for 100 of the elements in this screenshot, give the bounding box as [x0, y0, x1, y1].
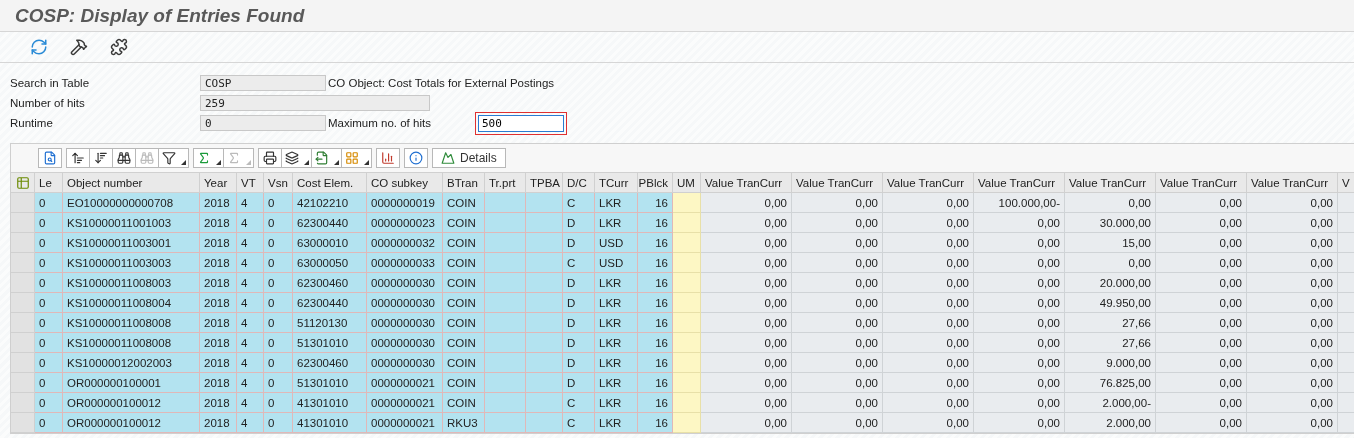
views-button[interactable]	[281, 148, 312, 168]
column-header[interactable]: Value TranCurr	[1065, 173, 1156, 193]
table-cell: 4	[237, 353, 264, 373]
table-cell: 0	[264, 413, 293, 433]
puzzle-icon[interactable]	[110, 38, 128, 56]
max-hits-field[interactable]: 500	[478, 114, 564, 132]
table-cell: 0000000032	[367, 233, 443, 253]
table-cell: 4	[237, 273, 264, 293]
find-button[interactable]	[112, 148, 136, 168]
filter-button[interactable]	[158, 148, 189, 168]
column-header[interactable]: V	[1338, 173, 1354, 193]
table-cell: 0,00	[701, 233, 792, 253]
table-cell: 0000000030	[367, 353, 443, 373]
table-cell: 4	[237, 373, 264, 393]
column-header[interactable]: Le	[35, 173, 63, 193]
column-header[interactable]: PBlck	[638, 173, 673, 193]
table-cell: 0000000033	[367, 253, 443, 273]
table-cell: 0,00	[974, 353, 1065, 373]
export-button[interactable]	[311, 148, 342, 168]
column-header[interactable]: Value TranCurr	[883, 173, 974, 193]
field-label: Search in Table	[10, 77, 91, 89]
hammer-icon[interactable]	[70, 38, 88, 56]
column-header[interactable]: Tr.prt	[485, 173, 526, 193]
table-cell: 0000000021	[367, 373, 443, 393]
column-header[interactable]: Value TranCurr	[701, 173, 792, 193]
table-cell	[673, 333, 701, 353]
table-cell: KS10000011008003	[63, 273, 200, 293]
details-button[interactable]: Details	[432, 148, 506, 168]
table-cell: 0,00	[1247, 413, 1338, 433]
table-cell: 62300460	[293, 273, 367, 293]
table-cell: 0,00	[1247, 313, 1338, 333]
table-cell: 0000000023	[367, 213, 443, 233]
table-cell: 63000050	[293, 253, 367, 273]
table-cell	[485, 393, 526, 413]
column-header[interactable]: Value TranCurr	[1247, 173, 1338, 193]
column-header[interactable]: Value TranCurr	[1156, 173, 1247, 193]
column-header[interactable]: TCurr	[595, 173, 638, 193]
info-button[interactable]	[404, 148, 428, 168]
table-cell: 41301010	[293, 413, 367, 433]
column-header[interactable]: Value TranCurr	[974, 173, 1065, 193]
table-cell: USD	[595, 233, 638, 253]
table-cell	[485, 293, 526, 313]
sort-descending-button[interactable]	[89, 148, 113, 168]
table-cell	[485, 253, 526, 273]
table-cell: 4	[237, 233, 264, 253]
column-header[interactable]: D/C	[563, 173, 595, 193]
table-cell: C	[563, 193, 595, 213]
table-cell: 0,00	[1247, 373, 1338, 393]
table-cell: 4	[237, 213, 264, 233]
column-header[interactable]: Object number	[63, 173, 200, 193]
layout-button[interactable]	[341, 148, 372, 168]
print-button[interactable]	[258, 148, 282, 168]
caret-icon	[364, 160, 369, 165]
table-cell: 0,00	[1247, 353, 1338, 373]
sum-button[interactable]	[193, 148, 224, 168]
table-cell: 16	[638, 373, 673, 393]
column-header[interactable]: UM	[673, 173, 701, 193]
layout-select-icon[interactable]	[15, 175, 30, 190]
column-header[interactable]: Value TranCurr	[792, 173, 883, 193]
table-cell: 0,00	[792, 193, 883, 213]
table-cell: C	[563, 253, 595, 273]
table-cell: 0000000021	[367, 393, 443, 413]
export-icon	[315, 151, 329, 165]
table-cell: 27,66	[1065, 333, 1156, 353]
refresh-icon[interactable]	[30, 38, 48, 56]
column-header[interactable]: Year	[200, 173, 237, 193]
table-cell: COIN	[443, 193, 485, 213]
details-button[interactable]	[38, 148, 62, 168]
column-header[interactable]: Cost Elem.	[293, 173, 367, 193]
sort-ascending-button[interactable]	[66, 148, 90, 168]
table-cell: D	[563, 233, 595, 253]
table-cell: 16	[638, 333, 673, 353]
table-cell: 0,00	[792, 313, 883, 333]
column-header[interactable]: BTran	[443, 173, 485, 193]
table-cell: 0,00	[1247, 213, 1338, 233]
subtotal-icon	[227, 151, 241, 165]
table-cell: 0,00	[1156, 373, 1247, 393]
table-cell: 0,00	[1156, 313, 1247, 333]
column-header[interactable]: CO subkey	[367, 173, 443, 193]
table-cell: 0,00	[974, 233, 1065, 253]
column-header[interactable]: TPBA	[526, 173, 563, 193]
field-label: Maximum no. of hits	[327, 117, 432, 129]
table-cell: 0,00	[1156, 333, 1247, 353]
table-cell	[526, 413, 563, 433]
table-cell: 16	[638, 293, 673, 313]
table-cell: D	[563, 273, 595, 293]
chart-button[interactable]	[376, 148, 400, 168]
table-cell: 0	[35, 273, 63, 293]
table-cell: COIN	[443, 313, 485, 333]
column-header[interactable]: Vsn	[264, 173, 293, 193]
table-cell: 0	[35, 213, 63, 233]
table-cell: 0,00	[1156, 273, 1247, 293]
table-cell: 0,00	[883, 393, 974, 413]
table-cell: 2018	[200, 293, 237, 313]
table-cell: 0	[35, 413, 63, 433]
table-cell: 0,00	[974, 273, 1065, 293]
column-header[interactable]: VT	[237, 173, 264, 193]
table-cell: KS10000011001003	[63, 213, 200, 233]
table-cell	[673, 213, 701, 233]
table-cell: 0,00	[883, 353, 974, 373]
